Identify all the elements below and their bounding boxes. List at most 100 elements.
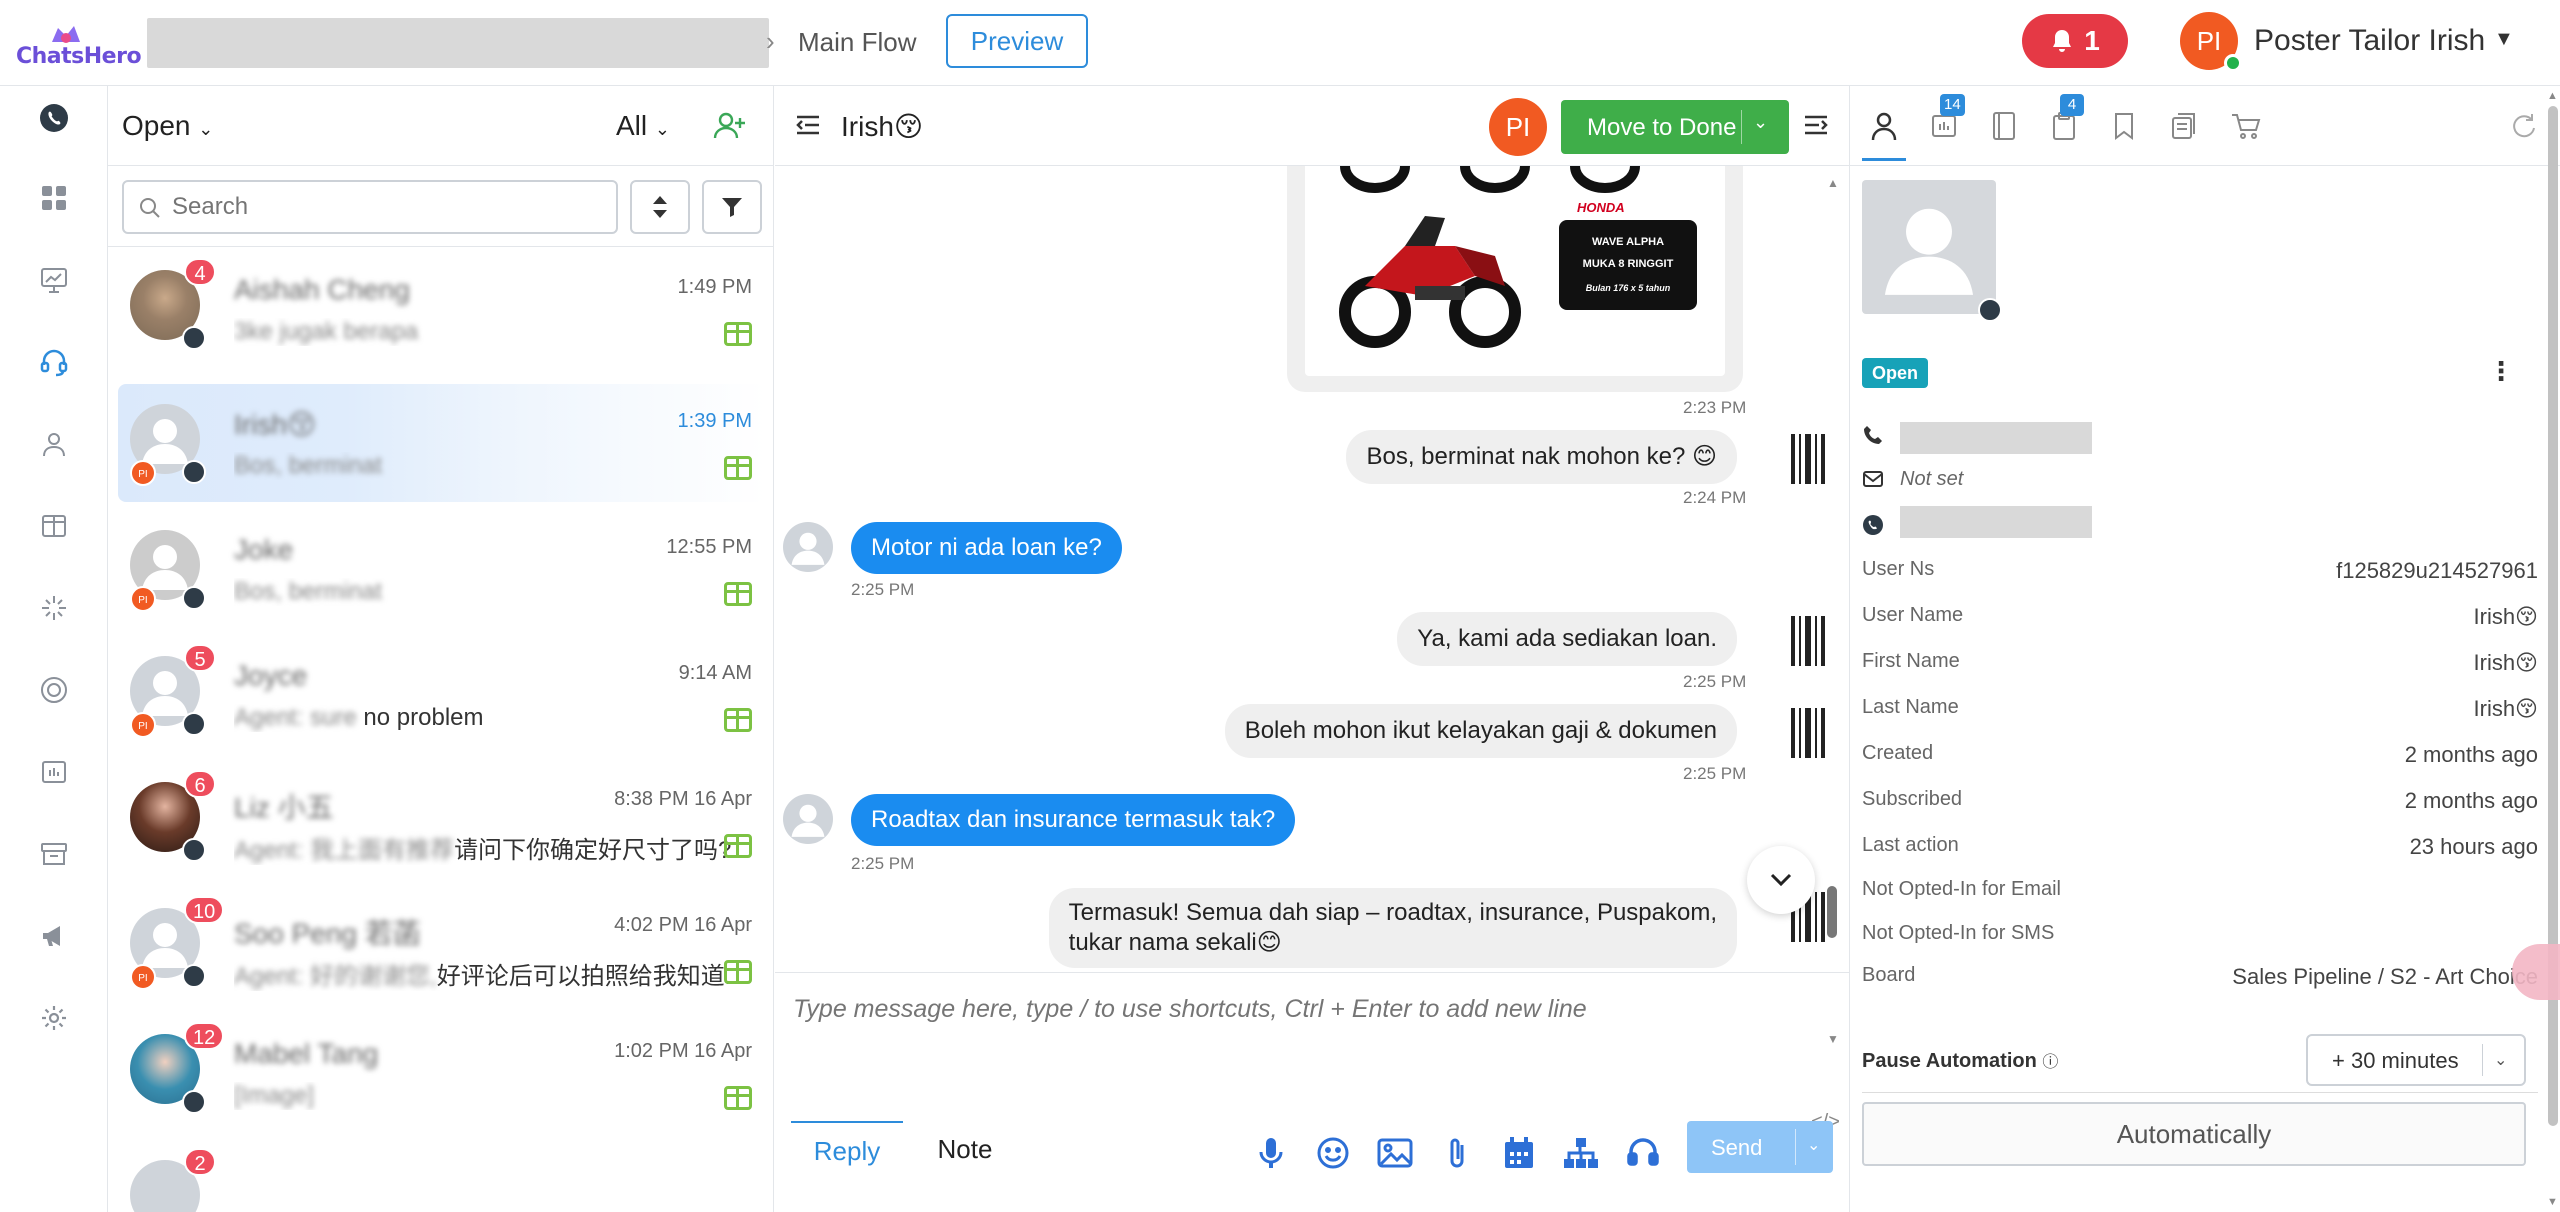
image-message[interactable]: HONDA WAVE ALPHA MUKA 8 RINGGIT Bulan 17… — [1287, 166, 1743, 392]
conversation-item[interactable]: 10 PI Soo Peng 若菡 Agent: 好的谢谢您,好评论后可以拍照给… — [118, 888, 766, 1006]
board-icon[interactable] — [724, 708, 752, 732]
conversation-item[interactable]: PI Joke Bos, berminat 12:55 PM — [118, 510, 766, 628]
report-icon[interactable] — [34, 752, 74, 792]
megaphone-icon[interactable] — [34, 916, 74, 956]
board-icon[interactable] — [724, 456, 752, 480]
headset-icon[interactable] — [34, 342, 74, 382]
user-menu-caret-icon[interactable]: ▼ — [2494, 28, 2514, 51]
pause-duration-select[interactable]: + 30 minutes ⌄ — [2306, 1034, 2526, 1086]
attribute-value: f125829u214527961 — [2336, 558, 2538, 583]
email-value[interactable]: Not set — [1900, 468, 1963, 491]
message-preview: Agent: sure no problem — [234, 704, 734, 732]
status-filter-dropdown[interactable]: Open ⌄ — [122, 110, 213, 142]
search-input[interactable] — [172, 188, 602, 226]
scroll-up-arrow-icon[interactable]: ▲ — [2547, 90, 2558, 102]
scroll-down-arrow-icon[interactable]: ▼ — [2547, 1196, 2558, 1208]
search-box[interactable] — [122, 180, 618, 234]
chatshero-logo[interactable]: ChatsHero — [16, 18, 142, 70]
emoji-icon[interactable] — [1315, 1135, 1351, 1171]
bot-avatar-icon — [1791, 434, 1825, 484]
conversation-item[interactable]: 6 Liz 小五 Agent: 我上面有推荐请问下你确定好尺寸了吗? 8:38 … — [118, 762, 766, 880]
tab-notes[interactable] — [1986, 108, 2022, 144]
chevron-down-icon[interactable]: ⌄ — [1807, 1135, 1820, 1155]
flow-icon[interactable] — [1563, 1135, 1599, 1171]
unread-badge: 5 — [184, 644, 216, 672]
board-icon[interactable] — [724, 322, 752, 346]
preview-text: Agent: 我上面有推荐 — [234, 837, 455, 864]
user-icon — [1871, 112, 1897, 141]
tab-tags[interactable]: 4 — [2046, 94, 2084, 144]
conversation-item[interactable]: 12 Mabel Tang [Image] 1:02 PM 16 Apr — [118, 1014, 766, 1132]
board-icon[interactable] — [724, 834, 752, 858]
collapse-list-icon[interactable] — [793, 110, 823, 140]
settings-icon[interactable] — [34, 998, 74, 1038]
tab-orders[interactable] — [2228, 108, 2264, 144]
price-tag: WAVE ALPHA MUKA 8 RINGGIT Bulan 176 x 5 … — [1559, 220, 1697, 310]
refresh-icon[interactable] — [2510, 112, 2538, 140]
floating-assistant-tab[interactable] — [2512, 944, 2560, 1000]
tab-documents[interactable] — [2166, 108, 2202, 144]
board-icon[interactable] — [724, 960, 752, 984]
chat-scrollbar[interactable]: ▲ ▼ — [1825, 166, 1839, 1046]
archive-icon[interactable] — [34, 834, 74, 874]
attachment-icon[interactable] — [1439, 1135, 1475, 1171]
tab-reply[interactable]: Reply — [791, 1121, 903, 1181]
chart-icon[interactable] — [34, 260, 74, 300]
tab-note[interactable]: Note — [915, 1121, 1015, 1181]
chat-contact-name: Irish😚 — [841, 111, 924, 142]
sparkle-icon[interactable] — [34, 588, 74, 628]
image-icon[interactable] — [1377, 1135, 1413, 1171]
send-button[interactable]: Send ⌄ — [1687, 1121, 1833, 1173]
incoming-message[interactable]: Motor ni ada loan ke? — [851, 522, 1122, 574]
search-icon — [140, 198, 160, 218]
attribute-label: Last action — [1862, 834, 1959, 856]
dashboard-icon[interactable] — [34, 178, 74, 218]
calendar-icon[interactable] — [1501, 1135, 1537, 1171]
conversation-item[interactable]: 4 Aishah Cheng 3ke jugak berapa 1:49 PM — [118, 250, 766, 368]
filter-button[interactable] — [702, 180, 762, 234]
outgoing-message[interactable]: Bos, berminat nak mohon ke? 😊 — [1346, 430, 1737, 484]
add-user-icon[interactable] — [712, 108, 748, 144]
microphone-icon[interactable] — [1253, 1135, 1289, 1171]
side-nav — [0, 86, 108, 1212]
preview-button[interactable]: Preview — [946, 14, 1088, 68]
board-icon[interactable] — [34, 506, 74, 546]
incoming-message[interactable]: Roadtax dan insurance termasuk tak? — [851, 794, 1296, 846]
board-icon[interactable] — [724, 1086, 752, 1110]
message-input[interactable] — [793, 995, 1793, 1085]
message-time: 2:25 PM — [1683, 764, 1747, 783]
user-icon[interactable] — [34, 424, 74, 464]
attribute-label: Last Name — [1862, 696, 1959, 718]
scrollbar-thumb[interactable] — [1827, 886, 1837, 938]
tab-messages[interactable]: 14 — [1926, 94, 1965, 144]
chevron-down-icon[interactable]: ⌄ — [1753, 112, 1768, 133]
outgoing-message[interactable]: Boleh mohon ikut kelayakan gaji & dokume… — [1224, 704, 1737, 758]
outgoing-message[interactable]: Ya, kami ada sediakan loan. — [1397, 612, 1737, 666]
target-icon[interactable] — [34, 670, 74, 710]
scope-filter-dropdown[interactable]: All ⌄ — [616, 110, 670, 142]
profile-scrollbar[interactable]: ▲ ▼ — [2546, 86, 2560, 1212]
help-icon[interactable]: ⓘ — [2042, 1054, 2058, 1071]
automatically-button[interactable]: Automatically — [1862, 1102, 2526, 1166]
outgoing-message[interactable]: Termasuk! Semua dah siap – roadtax, insu… — [1048, 888, 1737, 968]
move-to-done-button[interactable]: Move to Done ⌄ — [1561, 100, 1789, 154]
conversation-item-active[interactable]: PI Irish😚 Bos, berminat 1:39 PM — [118, 384, 766, 502]
expand-profile-icon[interactable] — [1801, 110, 1831, 140]
unread-badge: 2 — [184, 1148, 216, 1176]
board-icon[interactable] — [724, 582, 752, 606]
assigned-agent-avatar[interactable]: PI — [1489, 98, 1547, 156]
user-name[interactable]: Poster Tailor Irish — [2254, 24, 2485, 58]
conversation-item[interactable]: 2 — [118, 1140, 766, 1212]
tab-bookmarks[interactable] — [2106, 108, 2142, 144]
notifications-button[interactable]: 1 — [2022, 14, 2128, 68]
sort-button[interactable] — [630, 180, 690, 234]
conversation-item[interactable]: 5 PI Joyce Agent: sure no problem 9:14 A… — [118, 636, 766, 754]
whatsapp-icon[interactable] — [34, 98, 74, 138]
more-options-icon[interactable]: ⋮ — [2488, 356, 2514, 387]
scroll-up-arrow-icon[interactable]: ▲ — [1827, 176, 1839, 190]
attribute-label: User Name — [1862, 604, 1964, 626]
tab-profile[interactable] — [1862, 108, 1906, 161]
breadcrumb-current[interactable]: Main Flow — [798, 27, 916, 58]
scroll-to-bottom-button[interactable] — [1747, 846, 1815, 914]
headset-icon[interactable] — [1625, 1135, 1661, 1171]
